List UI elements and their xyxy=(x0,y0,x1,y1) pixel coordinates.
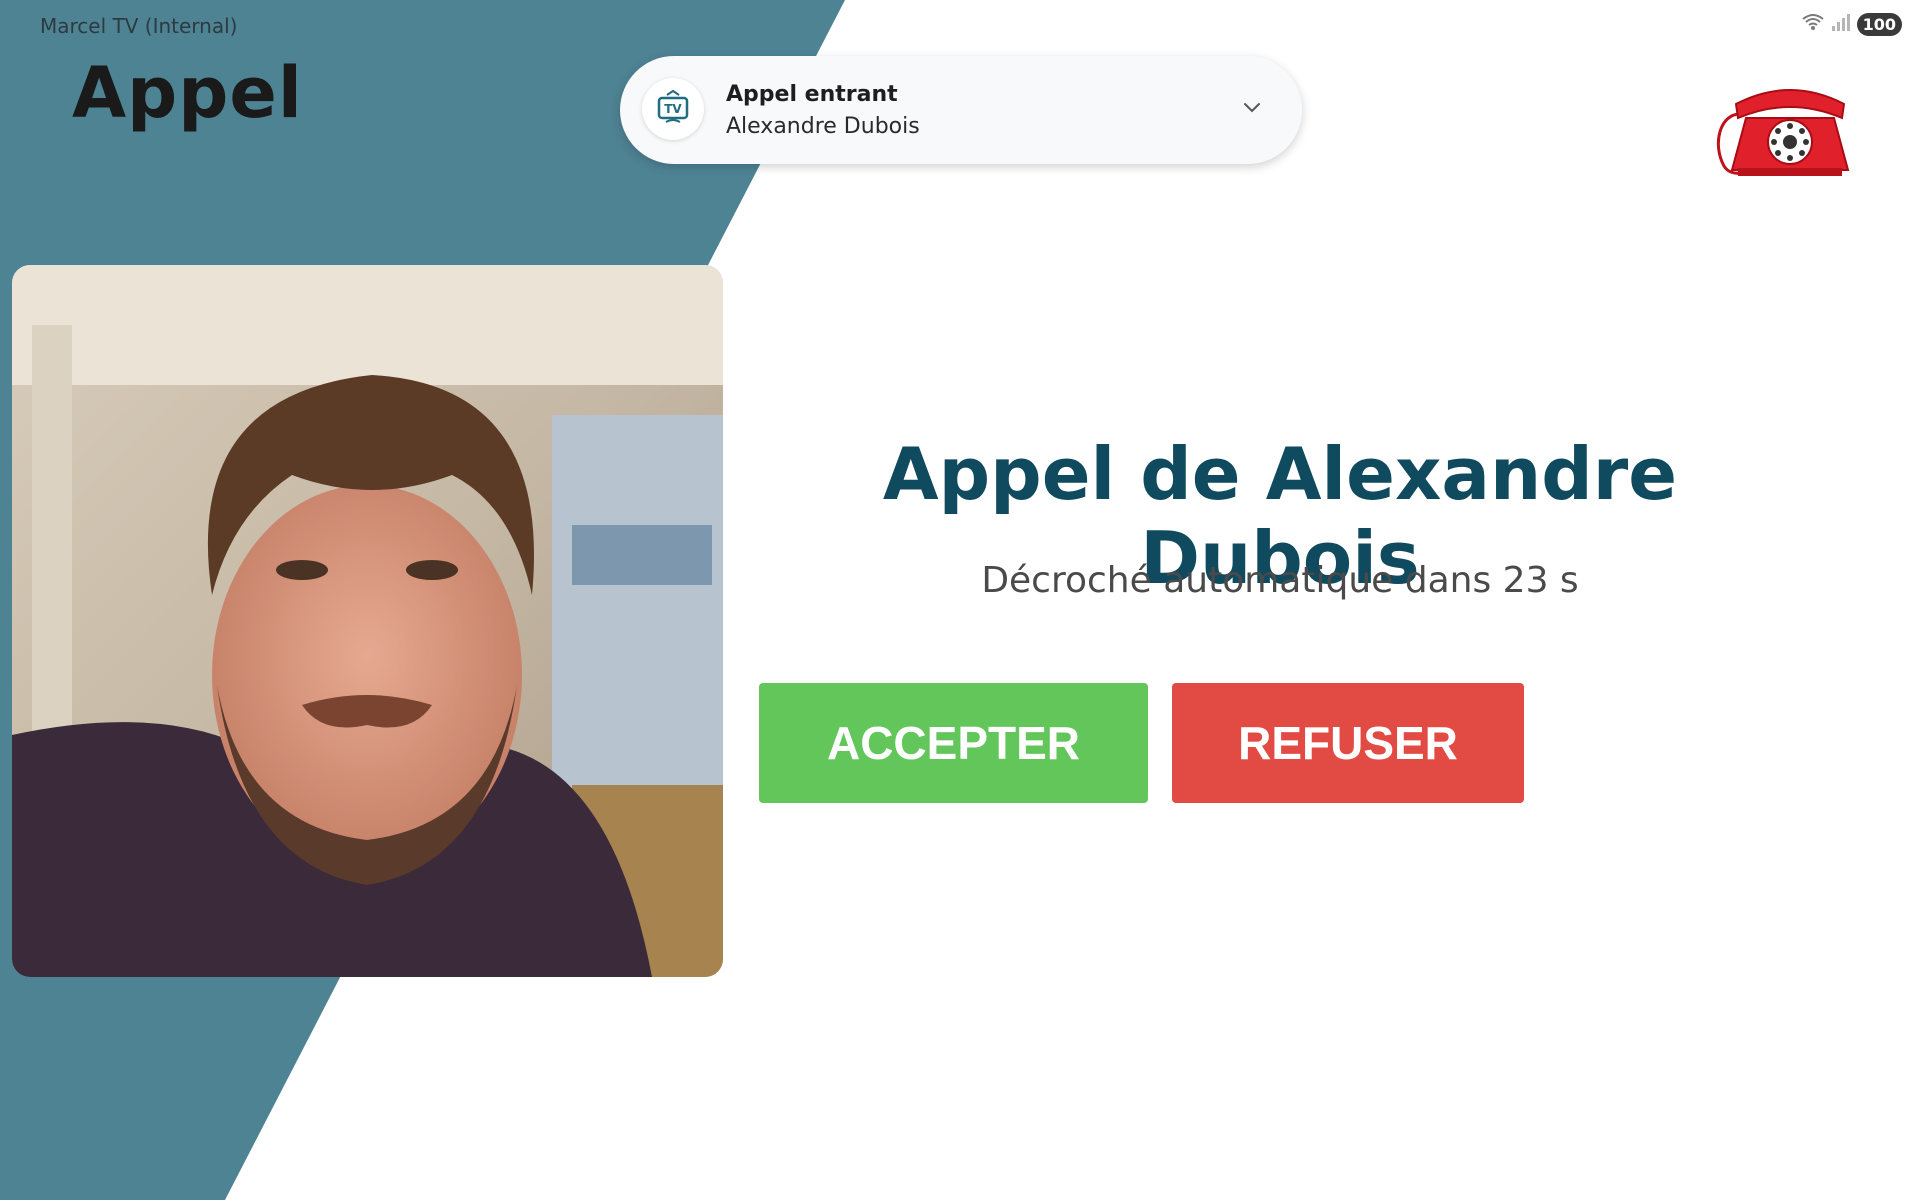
page-title: Appel xyxy=(72,52,303,134)
accept-button[interactable]: ACCEPTER xyxy=(759,683,1148,803)
battery-icon: 100 xyxy=(1856,13,1902,36)
status-app-label: Marcel TV (Internal) xyxy=(40,14,238,38)
tv-icon: TV xyxy=(642,78,704,140)
refuse-button[interactable]: REFUSER xyxy=(1172,683,1524,803)
incoming-call-notification[interactable]: TV Appel entrant Alexandre Dubois xyxy=(620,56,1302,164)
notification-caller: Alexandre Dubois xyxy=(726,114,920,139)
caller-photo xyxy=(12,265,723,977)
wifi-icon xyxy=(1801,12,1825,37)
notification-title: Appel entrant xyxy=(726,82,898,107)
status-icons: 100 xyxy=(1801,12,1902,37)
chevron-down-icon[interactable] xyxy=(1240,96,1264,125)
auto-answer-countdown: Décroché automatique dans 23 s xyxy=(981,560,1579,601)
rotary-phone-icon xyxy=(1710,74,1870,184)
signal-icon xyxy=(1831,12,1851,37)
svg-text:TV: TV xyxy=(664,102,682,116)
